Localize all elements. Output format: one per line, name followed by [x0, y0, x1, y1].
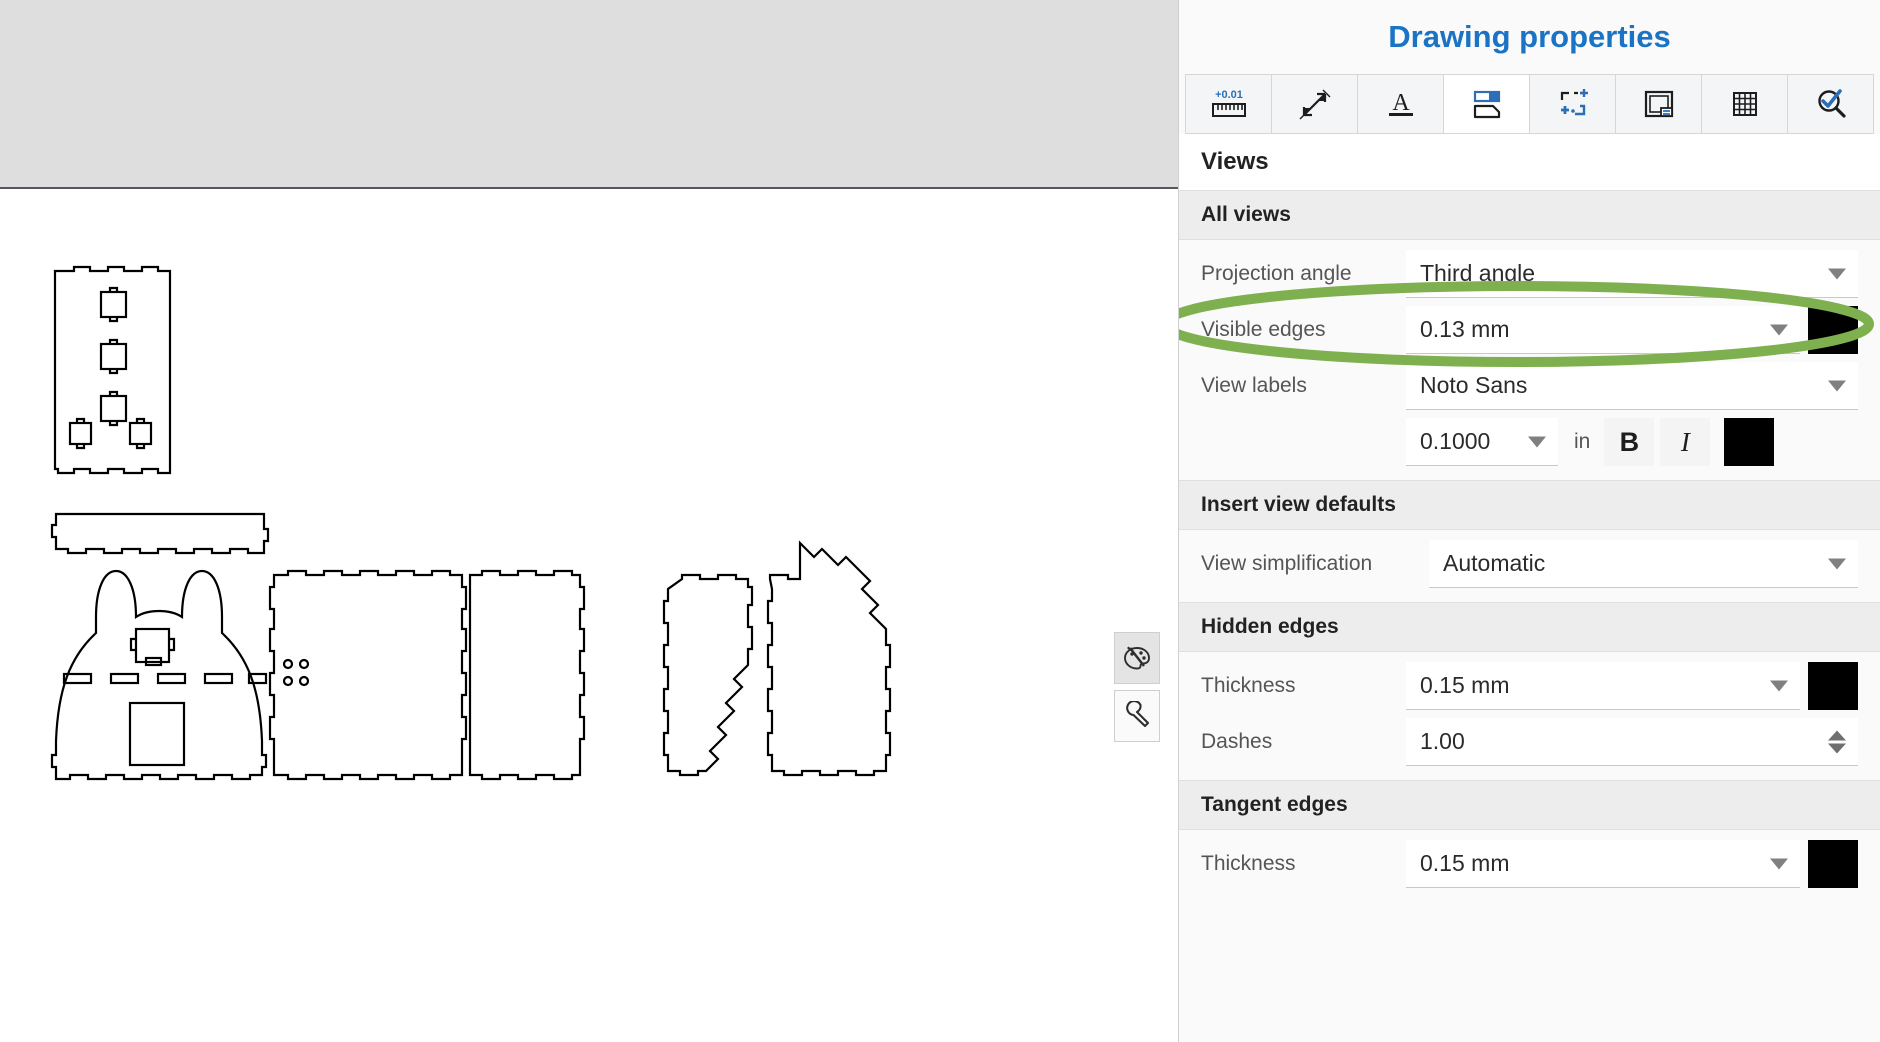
svg-text:A: A: [1392, 90, 1410, 116]
visible-edges-color-swatch[interactable]: [1808, 306, 1858, 354]
check-magnifier-icon: [1811, 84, 1851, 124]
tab-sheet-format[interactable]: [1616, 75, 1702, 133]
canvas-top-gray-band: [0, 0, 1178, 189]
panel-tab-bar: +0.01 A: [1185, 74, 1874, 134]
row-view-labels-font: View labels Noto Sans: [1179, 358, 1880, 414]
all-views-fields: Projection angle Third angle Visible edg…: [1179, 240, 1880, 480]
dimension-arrow-icon: [1295, 84, 1335, 124]
hidden-edges-dashes-stepper[interactable]: 1.00: [1406, 718, 1858, 766]
view-labels-font-value: Noto Sans: [1420, 372, 1527, 399]
view-simplification-label: View simplification: [1201, 552, 1429, 576]
tab-annotations-text[interactable]: A: [1358, 75, 1444, 133]
part-top-rail: [52, 514, 268, 553]
row-hidden-edges-thickness: Thickness 0.15 mm: [1179, 658, 1880, 714]
tab-dimensions[interactable]: [1272, 75, 1358, 133]
view-labels-color-swatch[interactable]: [1724, 418, 1774, 466]
italic-button[interactable]: I: [1660, 418, 1710, 466]
insert-view-icon: [1553, 84, 1593, 124]
part-angled-side-right: [768, 543, 890, 775]
row-tangent-edges-thickness: Thickness 0.15 mm: [1179, 836, 1880, 892]
row-hidden-edges-dashes: Dashes 1.00: [1179, 714, 1880, 770]
chevron-down-icon: [1770, 324, 1788, 335]
projection-angle-label: Projection angle: [1201, 262, 1406, 286]
view-labels-size-unit: in: [1574, 430, 1590, 454]
cad-drawing: [0, 189, 1178, 1042]
insert-defaults-fields: View simplification Automatic: [1179, 530, 1880, 602]
hidden-edges-thickness-select[interactable]: 0.15 mm: [1406, 662, 1800, 710]
appearance-palette-tool[interactable]: [1114, 632, 1160, 684]
wrench-icon: [1122, 701, 1152, 731]
tab-views[interactable]: [1444, 75, 1530, 133]
part-middle-panel-b: [470, 571, 584, 779]
visible-edges-thickness-select[interactable]: 0.13 mm: [1406, 306, 1800, 354]
visible-edges-thickness-value: 0.13 mm: [1420, 316, 1509, 343]
section-title-views: Views: [1179, 134, 1880, 190]
part-angled-side-left: [664, 575, 752, 775]
hidden-edges-fields: Thickness 0.15 mm Dashes 1.00: [1179, 652, 1880, 780]
sheet-border-icon: [1639, 84, 1679, 124]
table-grid-icon: [1725, 84, 1765, 124]
view-labels-label: View labels: [1201, 374, 1406, 398]
tab-tables[interactable]: [1702, 75, 1788, 133]
drawing-canvas[interactable]: [0, 0, 1178, 1042]
tangent-edges-thickness-value: 0.15 mm: [1420, 850, 1509, 877]
svg-text:+0.01: +0.01: [1215, 89, 1243, 101]
view-simplification-value: Automatic: [1443, 550, 1545, 577]
tab-precision-tolerance[interactable]: +0.01: [1186, 75, 1272, 133]
chevron-down-icon: [1828, 558, 1846, 569]
tangent-edges-thickness-select[interactable]: 0.15 mm: [1406, 840, 1800, 888]
text-a-icon: A: [1381, 84, 1421, 124]
chevron-down-icon: [1528, 436, 1546, 447]
ruler-precision-icon: +0.01: [1207, 84, 1251, 124]
app-root: Drawing properties +0.01: [0, 0, 1880, 1042]
views-icon: [1467, 84, 1507, 124]
section-header-insert-view-defaults: Insert view defaults: [1179, 480, 1880, 530]
view-labels-size-select[interactable]: 0.1000: [1406, 418, 1558, 466]
hidden-edges-thickness-label: Thickness: [1201, 674, 1406, 698]
chevron-down-icon: [1828, 268, 1846, 279]
hidden-edges-dashes-label: Dashes: [1201, 730, 1406, 754]
settings-wrench-tool[interactable]: [1114, 690, 1160, 742]
tangent-edges-fields: Thickness 0.15 mm: [1179, 830, 1880, 902]
hidden-edges-thickness-value: 0.15 mm: [1420, 672, 1509, 699]
part-middle-panel-a: [270, 571, 466, 779]
part-cat-face-panel: [52, 571, 266, 779]
palette-icon: [1122, 643, 1152, 673]
part-top-panel: [55, 267, 170, 473]
chevron-down-icon: [1828, 380, 1846, 391]
row-visible-edges: Visible edges 0.13 mm: [1179, 302, 1880, 358]
tangent-edges-thickness-label: Thickness: [1201, 852, 1406, 876]
section-header-hidden-edges: Hidden edges: [1179, 602, 1880, 652]
tangent-edges-color-swatch[interactable]: [1808, 840, 1858, 888]
row-view-simplification: View simplification Automatic: [1179, 536, 1880, 592]
row-projection-angle: Projection angle Third angle: [1179, 246, 1880, 302]
section-header-tangent-edges: Tangent edges: [1179, 780, 1880, 830]
visible-edges-label: Visible edges: [1201, 318, 1406, 342]
view-simplification-select[interactable]: Automatic: [1429, 540, 1858, 588]
section-header-all-views: All views: [1179, 190, 1880, 240]
projection-angle-select[interactable]: Third angle: [1406, 250, 1858, 298]
page-title: Drawing properties: [1179, 0, 1880, 74]
tab-review[interactable]: [1788, 75, 1873, 133]
drawing-properties-panel: Drawing properties +0.01: [1178, 0, 1880, 1042]
chevron-down-icon: [1770, 858, 1788, 869]
stepper-arrows-icon[interactable]: [1828, 730, 1846, 753]
chevron-down-icon: [1770, 680, 1788, 691]
hidden-edges-dashes-value: 1.00: [1420, 728, 1465, 755]
view-labels-font-select[interactable]: Noto Sans: [1406, 362, 1858, 410]
projection-angle-value: Third angle: [1420, 260, 1535, 287]
row-view-labels-size: 0.1000 in B I: [1179, 414, 1880, 470]
tab-insert-view[interactable]: [1530, 75, 1616, 133]
hidden-edges-color-swatch[interactable]: [1808, 662, 1858, 710]
bold-button[interactable]: B: [1604, 418, 1654, 466]
view-labels-size-value: 0.1000: [1420, 428, 1490, 455]
